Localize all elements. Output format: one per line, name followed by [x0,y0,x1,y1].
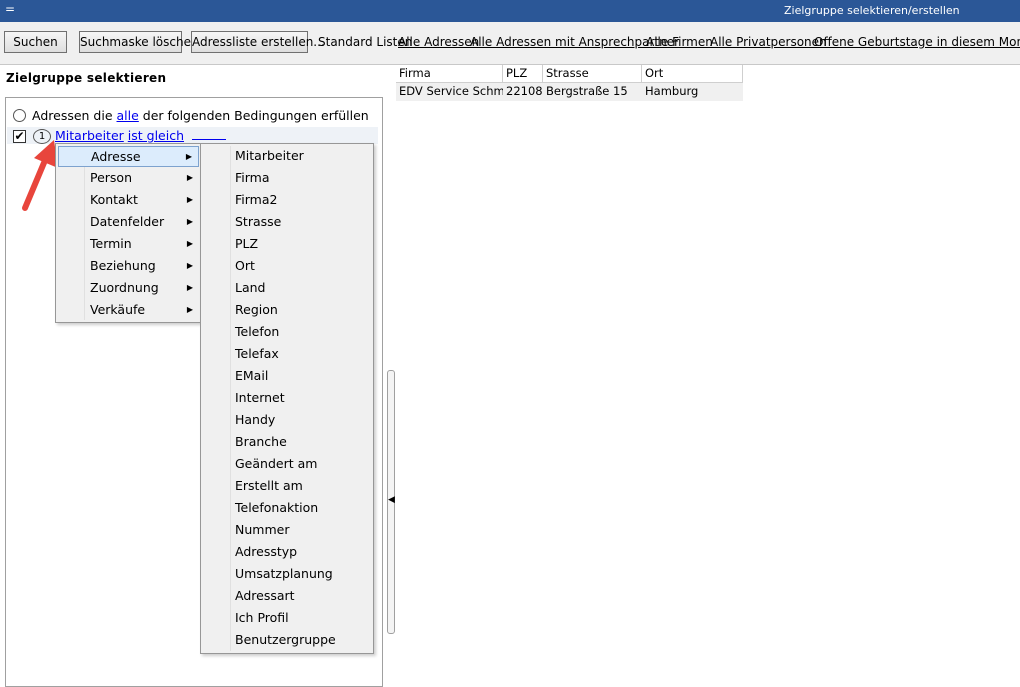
submenu-arrow-icon: ▶ [186,239,193,248]
submenu-item-firma[interactable]: Firma [235,170,270,185]
condition-value-placeholder[interactable] [192,139,226,140]
submenu-item-email[interactable]: EMail [235,368,268,383]
search-button[interactable]: Suchen [4,31,67,53]
submenu-arrow-icon: ▶ [186,305,193,314]
submenu-item-ich-profil[interactable]: Ich Profil [235,610,289,625]
toolbar: Suchen Suchmaske löschen Adressliste ers… [0,22,1020,65]
condition-suffix: der folgenden Bedingungen erfüllen [142,108,369,123]
condition-header: Adressen die alle der folgenden Bedingun… [32,108,369,123]
table-cell-firma[interactable]: EDV Service Schmitt [396,83,517,101]
system-menu-icon[interactable]: = [5,2,15,16]
submenu-arrow-icon: ▶ [186,195,193,204]
submenu-item-telefax[interactable]: Telefax [235,346,279,361]
submenu-item-plz[interactable]: PLZ [235,236,258,251]
submenu-item-firma2[interactable]: Firma2 [235,192,277,207]
menu-item-beziehung[interactable]: Beziehung ▶ [58,256,199,277]
submenu-arrow-icon: ▶ [186,173,193,182]
submenu-item-erstellt-am[interactable]: Erstellt am [235,478,303,493]
submenu-arrow-icon: ▶ [186,261,193,270]
submenu-item-branche[interactable]: Branche [235,434,287,449]
title-bar: = Zielgruppe selektieren/erstellen [0,0,1020,22]
column-header-plz[interactable]: PLZ [503,65,543,83]
create-address-list-button[interactable]: Adressliste erstellen... [191,31,325,53]
panel-title: Zielgruppe selektieren [6,71,167,85]
all-conditions-radio[interactable] [13,109,26,122]
menu-item-label: Adresse [91,149,141,164]
link-all-addresses[interactable]: Alle Adressen [398,35,479,49]
menu-item-label: Zuordnung [90,280,159,295]
submenu-item-telefon[interactable]: Telefon [235,324,279,339]
menu-item-adresse[interactable]: Adresse ▶ [58,146,199,167]
submenu-item-region[interactable]: Region [235,302,278,317]
window-title: Zielgruppe selektieren/erstellen [784,4,960,17]
condition-operator-link[interactable]: ist gleich [128,128,184,143]
menu-item-label: Beziehung [90,258,156,273]
column-header-ort[interactable]: Ort [642,65,743,83]
menu-item-label: Datenfelder [90,214,165,229]
menu-item-label: Kontakt [90,192,138,207]
submenu-item-land[interactable]: Land [235,280,265,295]
submenu-item-ort[interactable]: Ort [235,258,255,273]
menu-item-zuordnung[interactable]: Zuordnung ▶ [58,278,199,299]
table-cell-plz[interactable]: 22108 [503,83,543,101]
submenu-item-ge-ndert-am[interactable]: Geändert am [235,456,317,471]
submenu-arrow-icon: ▶ [185,152,192,161]
submenu-item-nummer[interactable]: Nummer [235,522,289,537]
submenu-item-telefonaktion[interactable]: Telefonaktion [235,500,318,515]
condition-prefix: Adressen die [32,108,113,123]
condition-row: Mitarbeiter ist gleich [55,128,226,143]
table-cell-strasse[interactable]: Bergstraße 15 [543,83,642,101]
submenu-item-adressart[interactable]: Adressart [235,588,295,603]
menu-item-label: Termin [90,236,132,251]
menu-item-verk-ufe[interactable]: Verkäufe ▶ [58,300,199,321]
menu-item-termin[interactable]: Termin ▶ [58,234,199,255]
menu-separator [230,146,231,651]
menu-item-label: Verkäufe [90,302,146,317]
menu-item-label: Person [90,170,133,185]
submenu-item-strasse[interactable]: Strasse [235,214,281,229]
submenu-item-benutzergruppe[interactable]: Benutzergruppe [235,632,336,647]
submenu-item-mitarbeiter[interactable]: Mitarbeiter [235,148,304,163]
field-category-menu: Adresse ▶ Person ▶ Kontakt ▶ Datenfelder ▶ Termi… [55,143,202,323]
submenu-item-umsatzplanung[interactable]: Umsatzplanung [235,566,333,581]
column-header-firma[interactable]: Firma [396,65,503,83]
submenu-item-adresstyp[interactable]: Adresstyp [235,544,297,559]
clear-search-mask-button[interactable]: Suchmaske löschen [79,31,199,53]
menu-item-kontakt[interactable]: Kontakt ▶ [58,190,199,211]
collapse-arrow-icon[interactable]: ◀ [388,495,395,505]
link-all-private-persons[interactable]: Alle Privatpersonen [710,35,827,49]
submenu-item-handy[interactable]: Handy [235,412,275,427]
table-cell-ort[interactable]: Hamburg [642,83,743,101]
column-header-strasse[interactable]: Strasse [543,65,642,83]
submenu-item-internet[interactable]: Internet [235,390,285,405]
menu-item-person[interactable]: Person ▶ [58,168,199,189]
link-open-birthdays[interactable]: Offene Geburtstage in diesem Monat [814,35,1020,49]
submenu-arrow-icon: ▶ [186,283,193,292]
address-field-submenu: Mitarbeiter Firma Firma2 Strasse PLZ Ort Land R… [200,143,374,654]
link-all-companies[interactable]: Alle Firmen [646,35,713,49]
submenu-arrow-icon: ▶ [186,217,193,226]
condition-mode-link[interactable]: alle [117,108,139,123]
menu-item-datenfelder[interactable]: Datenfelder ▶ [58,212,199,233]
